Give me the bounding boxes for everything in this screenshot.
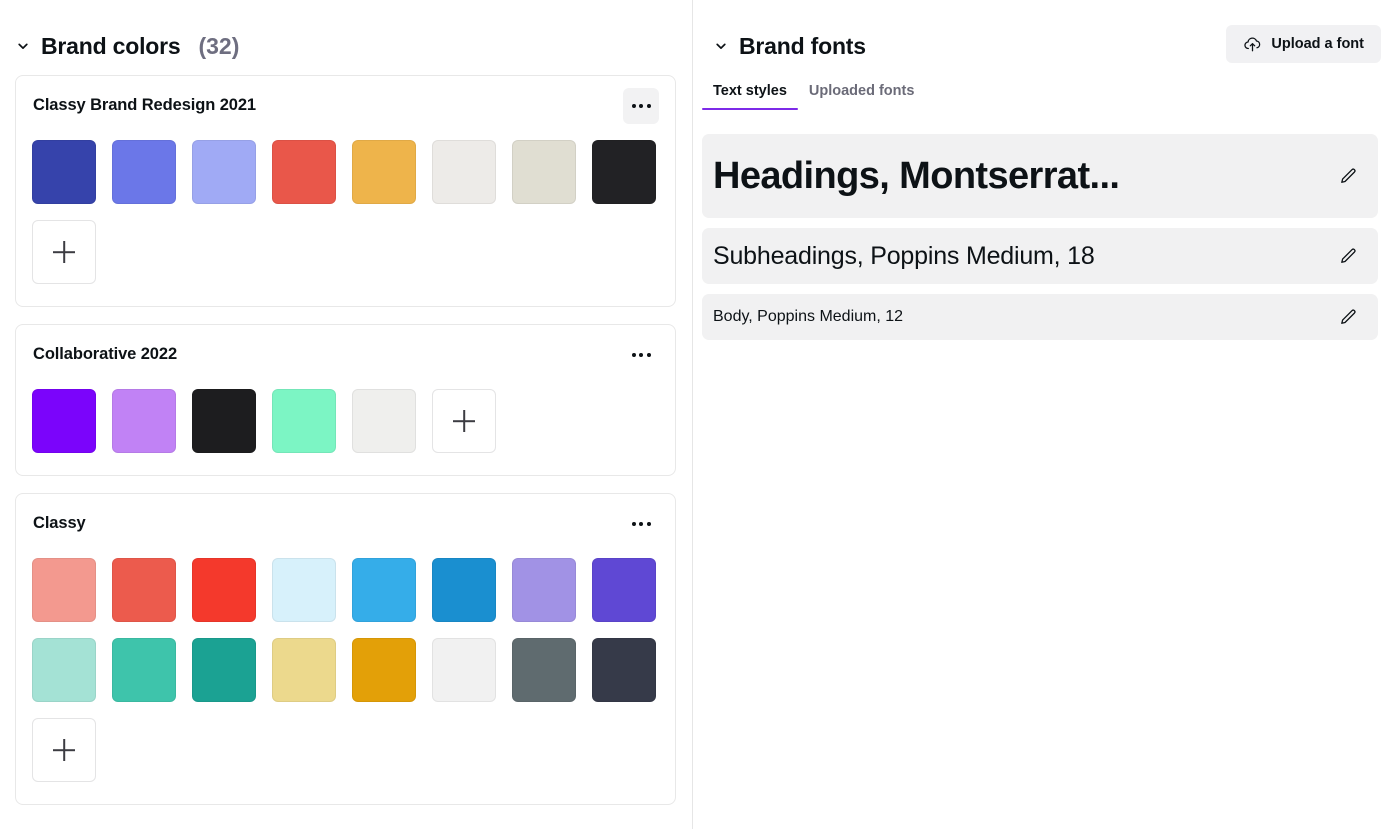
color-swatch[interactable] bbox=[352, 389, 416, 453]
color-swatch[interactable] bbox=[432, 638, 496, 702]
plus-icon bbox=[453, 410, 475, 432]
palette-card: Collaborative 2022 bbox=[15, 324, 676, 476]
plus-icon bbox=[53, 241, 75, 263]
tab-uploaded-fonts[interactable]: Uploaded fonts bbox=[798, 83, 926, 110]
color-swatch[interactable] bbox=[192, 140, 256, 204]
swatch-row bbox=[32, 220, 653, 284]
color-swatch[interactable] bbox=[512, 140, 576, 204]
color-swatch[interactable] bbox=[32, 638, 96, 702]
color-swatch[interactable] bbox=[272, 558, 336, 622]
plus-icon bbox=[53, 739, 75, 761]
color-swatch[interactable] bbox=[512, 558, 576, 622]
text-style-row-body[interactable]: Body, Poppins Medium, 12 bbox=[702, 294, 1378, 340]
color-swatch[interactable] bbox=[512, 638, 576, 702]
palette-card-header: Classy Brand Redesign 2021 bbox=[32, 88, 659, 130]
color-swatch[interactable] bbox=[272, 389, 336, 453]
color-swatch[interactable] bbox=[352, 638, 416, 702]
swatch-row bbox=[32, 389, 653, 453]
palette-title: Classy bbox=[33, 514, 86, 532]
color-swatch[interactable] bbox=[272, 140, 336, 204]
color-swatch[interactable] bbox=[192, 638, 256, 702]
color-swatch[interactable] bbox=[592, 140, 656, 204]
color-swatch[interactable] bbox=[32, 389, 96, 453]
color-swatch[interactable] bbox=[432, 558, 496, 622]
color-swatch[interactable] bbox=[352, 140, 416, 204]
color-swatch[interactable] bbox=[32, 140, 96, 204]
more-options-icon[interactable] bbox=[623, 337, 659, 373]
swatch-row bbox=[32, 558, 656, 622]
brand-colors-header: Brand colors (32) bbox=[0, 0, 692, 62]
color-swatch[interactable] bbox=[592, 558, 656, 622]
brand-fonts-panel: Brand fonts Upload a font Text styles Up… bbox=[693, 0, 1399, 829]
swatch-row bbox=[32, 140, 656, 204]
palette-title: Collaborative 2022 bbox=[33, 345, 178, 363]
page-title: Brand colors bbox=[41, 32, 181, 59]
color-swatch[interactable] bbox=[112, 389, 176, 453]
cloud-upload-icon bbox=[1243, 35, 1262, 54]
color-swatch[interactable] bbox=[432, 140, 496, 204]
upload-font-button[interactable]: Upload a font bbox=[1226, 25, 1381, 63]
color-swatch[interactable] bbox=[192, 389, 256, 453]
add-color-button[interactable] bbox=[32, 718, 96, 782]
color-swatch[interactable] bbox=[192, 558, 256, 622]
swatch-grid bbox=[32, 140, 656, 284]
more-options-icon[interactable] bbox=[623, 506, 659, 542]
pencil-icon[interactable] bbox=[1336, 244, 1360, 268]
color-swatch[interactable] bbox=[32, 558, 96, 622]
palette-card: Classy Brand Redesign 2021 bbox=[15, 75, 676, 307]
font-tabs: Text styles Uploaded fonts bbox=[693, 62, 1399, 110]
color-swatch[interactable] bbox=[272, 638, 336, 702]
palette-card-header: Collaborative 2022 bbox=[32, 345, 653, 379]
text-style-preview: Headings, Montserrat... bbox=[713, 154, 1120, 197]
color-swatch[interactable] bbox=[112, 558, 176, 622]
text-style-row-subheading[interactable]: Subheadings, Poppins Medium, 18 bbox=[702, 228, 1378, 284]
add-color-button[interactable] bbox=[432, 389, 496, 453]
swatch-grid bbox=[32, 389, 653, 453]
brand-colors-count: (32) bbox=[198, 32, 240, 59]
brand-fonts-header: Brand fonts Upload a font bbox=[693, 0, 1399, 63]
color-swatch[interactable] bbox=[112, 140, 176, 204]
tab-text-styles[interactable]: Text styles bbox=[702, 83, 798, 110]
palette-card-header: Classy bbox=[32, 514, 653, 548]
upload-font-label: Upload a font bbox=[1271, 36, 1364, 52]
swatch-row bbox=[32, 638, 656, 702]
color-swatch[interactable] bbox=[112, 638, 176, 702]
chevron-down-icon[interactable] bbox=[16, 39, 30, 53]
brand-kit-page: Brand colors (32) Classy Brand Redesign … bbox=[0, 0, 1399, 829]
text-style-preview: Subheadings, Poppins Medium, 18 bbox=[713, 241, 1095, 270]
text-style-preview: Body, Poppins Medium, 12 bbox=[713, 308, 904, 325]
pencil-icon[interactable] bbox=[1336, 305, 1360, 329]
color-swatch[interactable] bbox=[352, 558, 416, 622]
add-color-button[interactable] bbox=[32, 220, 96, 284]
color-swatch[interactable] bbox=[592, 638, 656, 702]
palette-card: Classy bbox=[15, 493, 676, 805]
palette-card-list: Classy Brand Redesign 2021 Collaborative… bbox=[0, 62, 692, 805]
text-style-list: Headings, Montserrat... Subheadings, Pop… bbox=[693, 110, 1399, 340]
more-options-icon[interactable] bbox=[623, 88, 659, 124]
brand-colors-panel: Brand colors (32) Classy Brand Redesign … bbox=[0, 0, 693, 829]
brand-fonts-title: Brand fonts bbox=[739, 32, 866, 59]
text-style-row-heading[interactable]: Headings, Montserrat... bbox=[702, 134, 1378, 218]
palette-title: Classy Brand Redesign 2021 bbox=[33, 96, 257, 114]
swatch-grid bbox=[32, 558, 656, 782]
brand-fonts-title-group: Brand fonts bbox=[714, 33, 866, 60]
pencil-icon[interactable] bbox=[1336, 164, 1360, 188]
chevron-down-icon[interactable] bbox=[714, 39, 728, 53]
swatch-row bbox=[32, 718, 653, 782]
